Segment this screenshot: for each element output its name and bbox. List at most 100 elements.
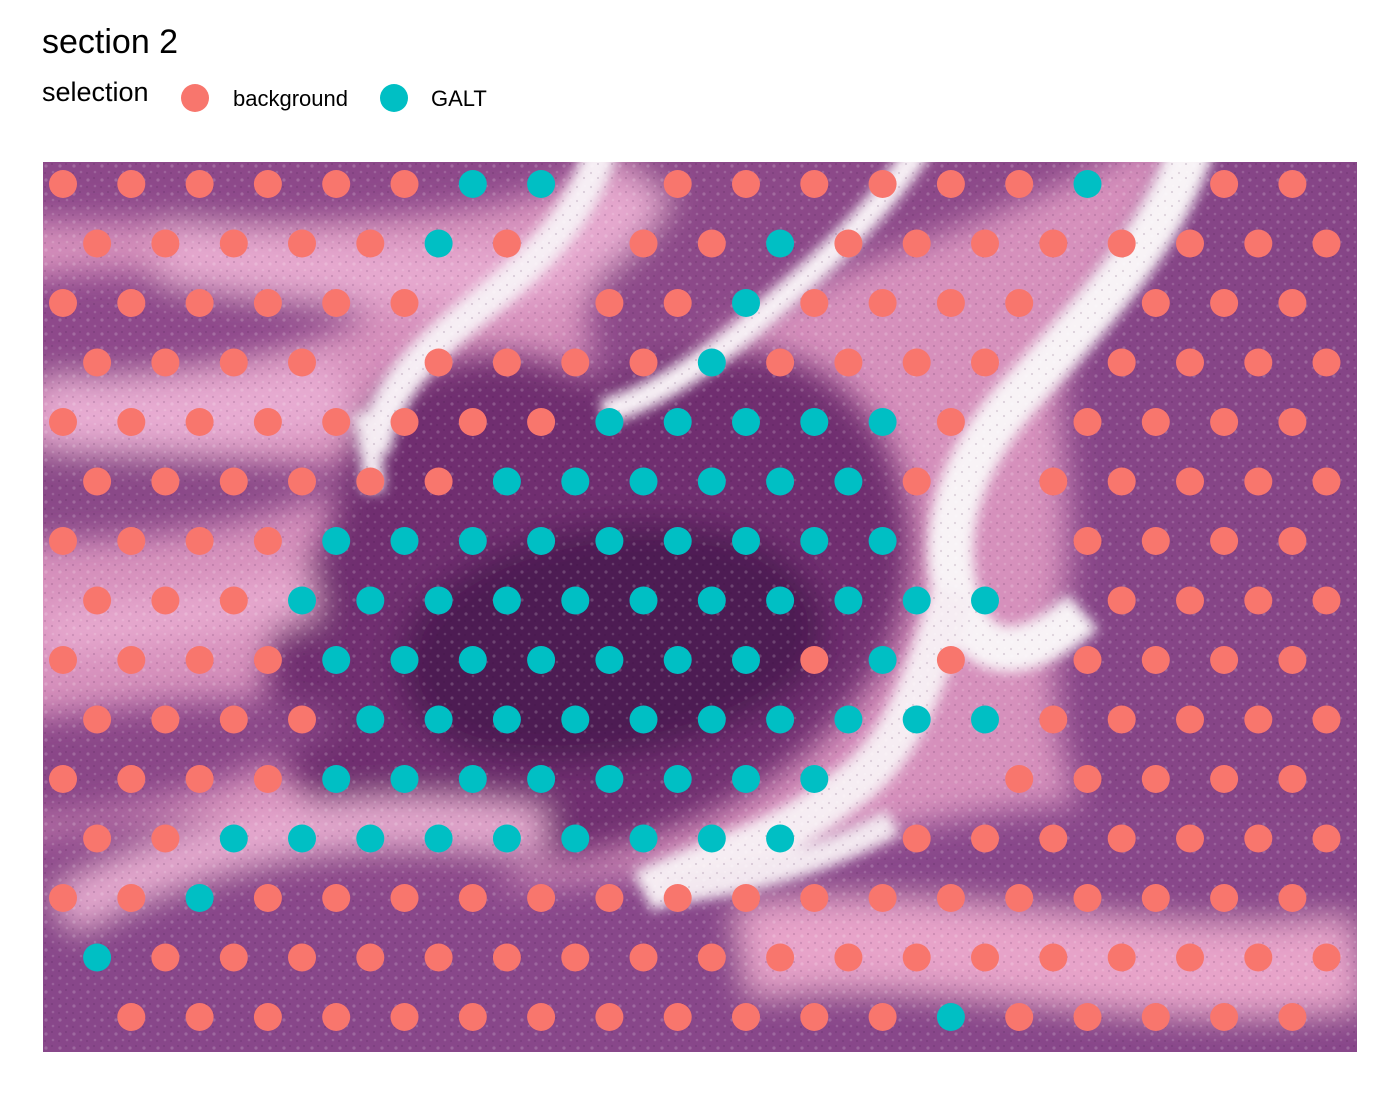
legend-key-galt: [380, 84, 408, 112]
spot-background: [902, 943, 931, 972]
spot-background: [117, 289, 146, 317]
spot-background: [1176, 467, 1204, 496]
spot-background: [1278, 646, 1307, 674]
spot-background: [697, 229, 726, 258]
spot-background: [1210, 1003, 1239, 1031]
spot-galt: [458, 646, 487, 674]
spot-galt: [629, 467, 658, 496]
spot-background: [49, 765, 77, 793]
spot-background: [629, 348, 658, 377]
spot-background: [1244, 586, 1273, 615]
spot-background: [1005, 1003, 1034, 1031]
spot-background: [219, 229, 248, 258]
spot-background: [663, 1003, 692, 1031]
spot-galt: [458, 527, 487, 555]
spot-background: [492, 348, 521, 377]
spot-galt: [424, 229, 453, 258]
spot-background: [1278, 527, 1307, 555]
spot-background: [356, 943, 385, 972]
spot-galt: [834, 467, 863, 496]
spot-galt: [527, 170, 556, 198]
spot-background: [185, 408, 214, 436]
spot-background: [1278, 765, 1307, 793]
spot-background: [83, 705, 112, 734]
spot-background: [663, 170, 692, 198]
spot-galt: [868, 527, 897, 555]
spot-background: [1039, 943, 1068, 972]
legend-key-background: [181, 84, 209, 112]
spot-galt: [561, 467, 590, 496]
spot-background: [1107, 467, 1136, 496]
spot-background: [800, 884, 829, 912]
spot-background: [697, 943, 726, 972]
spot-galt: [561, 705, 590, 734]
spot-background: [219, 705, 248, 734]
spot-galt: [424, 824, 453, 853]
spot-galt: [492, 586, 521, 615]
spot-background: [902, 348, 931, 377]
spot-background: [1005, 765, 1034, 793]
spot-background: [117, 765, 146, 793]
spot-background: [1278, 1003, 1307, 1031]
spot-galt: [663, 527, 692, 555]
spot-background: [253, 765, 282, 793]
spot-background: [732, 1003, 760, 1031]
spot-background: [868, 170, 897, 198]
spot-galt: [834, 586, 863, 615]
spot-background: [117, 170, 146, 198]
spot-background: [253, 527, 282, 555]
spot-galt: [492, 467, 521, 496]
spot-background: [458, 408, 487, 436]
spot-background: [527, 1003, 556, 1031]
spot-galt: [356, 705, 385, 734]
spot-background: [83, 824, 112, 853]
spot-galt: [390, 646, 419, 674]
spot-background: [868, 289, 897, 317]
spot-galt: [697, 467, 726, 496]
spot-background: [1244, 824, 1273, 853]
spot-background: [1141, 527, 1170, 555]
spot-background: [219, 586, 248, 615]
spot-background: [1244, 467, 1273, 496]
spot-background: [1073, 408, 1102, 436]
spot-background: [151, 586, 180, 615]
spot-background: [1176, 229, 1204, 258]
spot-galt: [288, 824, 316, 853]
spot-background: [1073, 527, 1102, 555]
spot-background: [800, 289, 829, 317]
legend-label-background: background: [233, 86, 348, 111]
spot-background: [1073, 646, 1102, 674]
spot-galt: [561, 586, 590, 615]
spot-background: [390, 884, 419, 912]
spot-galt: [629, 586, 658, 615]
spot-background: [390, 408, 419, 436]
spot-galt: [971, 586, 999, 615]
spot-galt: [527, 646, 556, 674]
spot-galt: [288, 586, 316, 615]
spot-background: [971, 824, 999, 853]
spot-background: [117, 408, 146, 436]
spot-background: [117, 884, 146, 912]
spot-background: [1176, 705, 1204, 734]
spot-galt: [834, 705, 863, 734]
spot-galt: [697, 586, 726, 615]
spot-background: [1312, 586, 1341, 615]
spot-background: [185, 527, 214, 555]
spot-background: [151, 824, 180, 853]
spot-background: [185, 170, 214, 198]
spot-galt: [800, 408, 829, 436]
spot-background: [288, 467, 316, 496]
spot-background: [936, 289, 965, 317]
spot-background: [800, 646, 829, 674]
spot-galt: [219, 824, 248, 853]
spot-background: [1107, 348, 1136, 377]
spot-background: [1176, 348, 1204, 377]
spot-galt: [766, 467, 795, 496]
spot-galt: [697, 705, 726, 734]
spot-background: [185, 646, 214, 674]
spot-background: [834, 943, 863, 972]
spot-galt: [356, 586, 385, 615]
spot-background: [219, 467, 248, 496]
spot-galt: [697, 348, 726, 377]
spot-background: [1210, 646, 1239, 674]
